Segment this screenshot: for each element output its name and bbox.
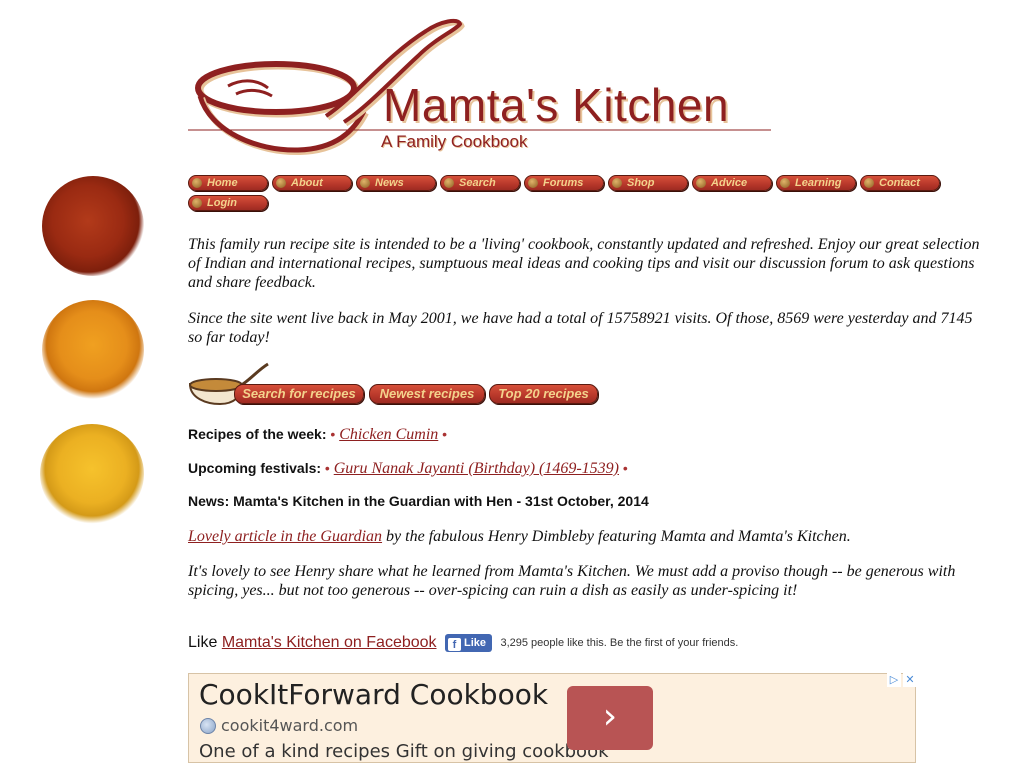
nav-bullet-icon [528,178,538,188]
nav-label: Contact [879,177,920,189]
nav-learning[interactable]: Learning [776,175,856,191]
nav-advice[interactable]: Advice [692,175,772,191]
ad-controls: ▷ ✕ [885,673,917,687]
red-spice-image [42,176,144,276]
facebook-row: Like Mamta's Kitchen on Facebook f Like 3… [188,634,738,652]
ad-description: One of a kind recipes Gift on giving coo… [199,741,609,762]
newest-recipes-button[interactable]: Newest recipes [369,384,485,404]
chicken-cumin-link[interactable]: Chicken Cumin [339,426,438,443]
ad-title[interactable]: CookItForward Cookbook [199,678,548,711]
facebook-page-link[interactable]: Mamta's Kitchen on Facebook [222,634,437,651]
globe-icon [200,718,216,734]
nav-bullet-icon [192,198,202,208]
logo-subtitle: A Family Cookbook [381,132,528,151]
facebook-like-count: 3,295 people like this. Be the first of … [500,637,739,649]
nav-bullet-icon [780,178,790,188]
recipes-of-week: Recipes of the week: • Chicken Cumin • [188,426,447,444]
ad-arrow-button[interactable]: › [567,686,653,750]
news-paragraph-1: Lovely article in the Guardian by the fa… [188,527,988,546]
top20-recipes-button[interactable]: Top 20 recipes [489,384,598,404]
search-recipes-button[interactable]: Search for recipes [234,384,364,404]
nav-label: About [291,177,323,189]
ad-close-icon[interactable]: ✕ [903,673,917,687]
orange-spice-image [42,300,144,400]
nav-bullet-icon [696,178,706,188]
intro-text: This family run recipe site is intended … [188,236,980,291]
news-paragraph-2: It's lovely to see Henry share what he l… [188,563,956,599]
ad-url[interactable]: cookit4ward.com [221,716,358,735]
nav-bullet-icon [444,178,454,188]
nav-bullet-icon [612,178,622,188]
nav-search[interactable]: Search [440,175,520,191]
adchoices-icon[interactable]: ▷ [887,673,901,687]
nav-news[interactable]: News [356,175,436,191]
festivals-label: Upcoming festivals: [188,460,322,476]
nav-label: Learning [795,177,842,189]
facebook-icon: f [447,638,461,651]
facebook-prefix: Like [188,634,218,652]
nav-label: Advice [711,177,748,189]
nav-bullet-icon [864,178,874,188]
bullet: • [622,460,628,476]
nav-login[interactable]: Login [188,195,268,211]
nav-shop[interactable]: Shop [608,175,688,191]
yellow-spice-image [40,424,144,524]
logo-title: Mamta's Kitchen [383,79,730,131]
nav-forums[interactable]: Forums [524,175,604,191]
nav-label: News [375,177,404,189]
nav-contact[interactable]: Contact [860,175,940,191]
nav-bullet-icon [276,178,286,188]
nav-about[interactable]: About [272,175,352,191]
guru-nanak-link[interactable]: Guru Nanak Jayanti (Birthday) (1469-1539… [334,460,619,477]
nav-label: Search [459,177,496,189]
nav-home[interactable]: Home [188,175,268,191]
nav-label: Home [207,177,238,189]
nav-label: Forums [543,177,584,189]
recipes-week-label: Recipes of the week: [188,426,327,442]
guardian-article-link[interactable]: Lovely article in the Guardian [188,528,382,545]
bullet: • [330,426,336,442]
news-paragraph-1-text: by the fabulous Henry Dimbleby featuring… [382,528,851,545]
nav-bullet-icon [192,178,202,188]
facebook-like-button[interactable]: f Like [444,634,492,652]
bullet: • [442,426,448,442]
nav-label: Login [207,197,237,209]
nav-bullet-icon [360,178,370,188]
nav-label: Shop [627,177,655,189]
bullet: • [324,460,330,476]
advertisement[interactable]: CookItForward Cookbook cookit4ward.com O… [188,673,917,763]
visits-text: Since the site went live back in May 200… [188,310,973,346]
upcoming-festivals: Upcoming festivals: • Guru Nanak Jayanti… [188,460,628,478]
news-heading: News: Mamta's Kitchen in the Guardian wi… [188,493,649,509]
facebook-like-label: Like [463,637,486,649]
